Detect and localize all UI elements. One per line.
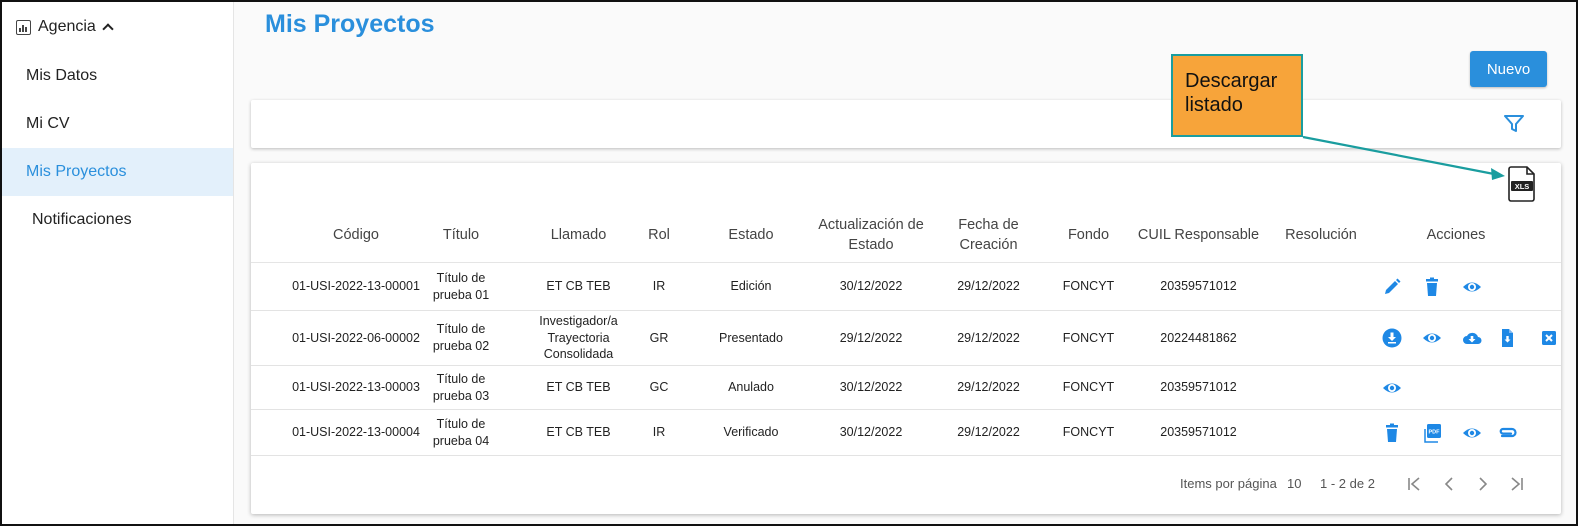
callout-arrow (1302, 135, 1505, 180)
download-list-callout: Descargar listado (1171, 54, 1303, 137)
callout-line-2: listado (1185, 94, 1243, 117)
callout-line-1: Descargar (1185, 70, 1278, 92)
